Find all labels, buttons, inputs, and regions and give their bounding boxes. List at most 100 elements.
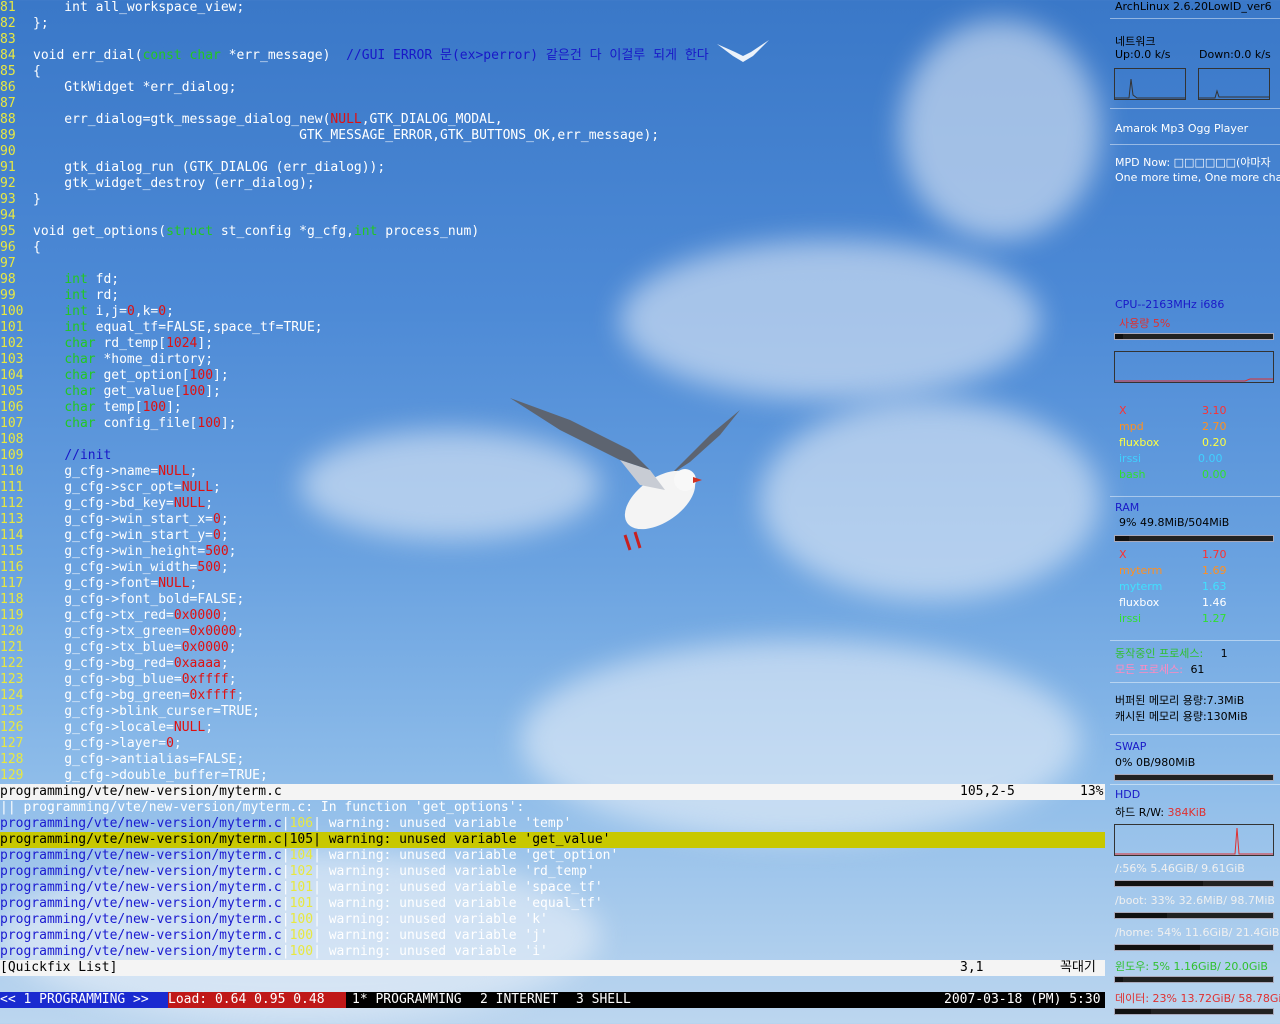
quickfix-entry[interactable]: programming/vte/new-version/myterm.c|104… (0, 848, 1105, 864)
line-number: 104 (0, 368, 24, 383)
process-value: 1.70 (1202, 548, 1227, 561)
code-editor[interactable]: 81 int all_workspace_view; 82}; 83 84 void e… (0, 0, 1105, 784)
code-token: NULL (330, 112, 362, 127)
code-line: 128 g_cfg->antialias=FALSE; (0, 752, 1105, 768)
quickfix-entry[interactable]: programming/vte/new-version/myterm.c|105… (0, 832, 1105, 848)
line-number: 86 (0, 80, 16, 95)
code-line: 126 g_cfg->locale=NULL; (0, 720, 1105, 736)
code-token: //GUI ERROR 문(ex>perror) 같은건 다 이걸루 되게 한다 (346, 48, 709, 63)
code-token: g_cfg->bg_red= (33, 656, 174, 671)
quickfix-line: 100 (289, 912, 314, 927)
quickfix-file: programming/vte/new-version/myterm.c (0, 832, 282, 847)
line-number: 85 (0, 64, 16, 79)
line-number: 107 (0, 416, 24, 431)
code-text: int all_workspace_view; (33, 0, 244, 15)
code-token: char (64, 400, 96, 415)
code-text: g_cfg->bg_blue=0xffff; (33, 672, 236, 687)
quickfix-list[interactable]: || programming/vte/new-version/myterm.c:… (0, 800, 1105, 960)
swap-bar (1114, 774, 1274, 781)
code-line: 107 char config_file[100]; (0, 416, 1105, 432)
separator: | (313, 816, 321, 831)
code-token: 0xffff (181, 672, 229, 687)
disk-usage: /:56% 5.46GiB/ 9.61GiB (1115, 862, 1245, 875)
quickfix-entry[interactable]: programming/vte/new-version/myterm.c|100… (0, 912, 1105, 928)
quickfix-file: programming/vte/new-version/myterm.c (0, 864, 282, 879)
line-number: 102 (0, 336, 24, 351)
code-line: 84 void err_dial(const char *err_message)… (0, 48, 1105, 64)
network-up-graph (1114, 68, 1186, 100)
code-text: int fd; (33, 272, 119, 287)
workspace-switcher[interactable]: << 1 PROGRAMMING >> (0, 992, 168, 1008)
code-token: get_value[ (95, 384, 182, 399)
process-value: 2.70 (1202, 420, 1227, 433)
code-line: 117 g_cfg->font=NULL; (0, 576, 1105, 592)
code-token: ,k= (134, 304, 159, 319)
code-line: 109 //init (0, 448, 1105, 464)
code-text: } (33, 192, 41, 207)
quickfix-entry[interactable]: programming/vte/new-version/myterm.c|100… (0, 944, 1105, 960)
code-line: 111 g_cfg->scr_opt=NULL; (0, 480, 1105, 496)
code-token: ; (220, 608, 229, 623)
taskbar-tab-internet[interactable]: 2 INTERNET (480, 992, 558, 1008)
quickfix-line: 101 (289, 896, 314, 911)
code-token: fd; (87, 272, 120, 287)
code-line: 124 g_cfg->bg_green=0xffff; (0, 688, 1105, 704)
line-number: 87 (0, 96, 16, 111)
process-name: X (1119, 404, 1127, 417)
separator: | (281, 848, 290, 863)
code-line: 88 err_dialog=gtk_message_dialog_new(NUL… (0, 112, 1105, 128)
code-token: ]; (205, 384, 221, 399)
line-number: 120 (0, 624, 24, 639)
code-token: g_cfg->bg_green= (33, 688, 190, 703)
line-number: 84 (0, 48, 16, 63)
quickfix-entry[interactable]: programming/vte/new-version/myterm.c|100… (0, 928, 1105, 944)
code-token: st_config *g_cfg, (213, 224, 354, 239)
code-token: int (64, 320, 88, 335)
quickfix-entry[interactable]: programming/vte/new-version/myterm.c|101… (0, 880, 1105, 896)
disk-usage: /boot: 33% 32.6MiB/ 98.7MiB (1115, 894, 1275, 907)
code-line: 96 { (0, 240, 1105, 256)
code-token: config_file[ (95, 416, 198, 431)
code-token: int (64, 304, 88, 319)
code-token: g_cfg->bg_blue= (33, 672, 182, 687)
code-token: NULL (158, 576, 190, 591)
running-processes: 동작중인 프로세스: 1 (1115, 645, 1228, 661)
code-text: int rd; (33, 288, 119, 303)
code-text: g_cfg->bg_green=0xffff; (33, 688, 244, 703)
code-text: char *home_dirtory; (33, 352, 213, 367)
taskbar-tab-programming[interactable]: 1* PROGRAMMING (352, 992, 462, 1008)
code-token: equal_tf=FALSE,space_tf=TRUE; (87, 320, 323, 335)
code-text: g_cfg->font=NULL; (33, 576, 197, 591)
code-text: g_cfg->bg_red=0xaaaa; (33, 656, 228, 671)
quickfix-entry[interactable]: programming/vte/new-version/myterm.c|101… (0, 896, 1105, 912)
mpd-song-title: One more time, One more chan (1115, 171, 1280, 184)
buffered-memory: 버퍼된 메모리 용량:7.3MiB (1115, 694, 1245, 707)
hdd-rw-value: 384KiB (1167, 806, 1207, 819)
code-text: g_cfg->bd_key=NULL; (33, 496, 213, 511)
code-token: ; (236, 624, 245, 639)
editor-statusline: programming/vte/new-version/myterm.c 105… (0, 784, 1105, 800)
mpd-label: MPD Now: (1115, 156, 1171, 169)
process-name: myterm (1119, 564, 1163, 577)
taskbar-tab-shell[interactable]: 3 SHELL (576, 992, 631, 1008)
disk-bar (1114, 976, 1274, 983)
disk-usage: 데이터: 23% 13.72GiB/ 58.78GiB (1115, 992, 1280, 1005)
code-line: 102 char rd_temp[1024]; (0, 336, 1105, 352)
code-token: const char (142, 48, 221, 63)
line-number: 126 (0, 720, 24, 735)
line-number: 115 (0, 544, 24, 559)
code-line: 93} (0, 192, 1105, 208)
quickfix-file: programming/vte/new-version/myterm.c (0, 848, 282, 863)
quickfix-entry[interactable]: programming/vte/new-version/myterm.c|102… (0, 864, 1105, 880)
quickfix-entry[interactable]: programming/vte/new-version/myterm.c|106… (0, 816, 1105, 832)
code-line: 114 g_cfg->win_start_y=0; (0, 528, 1105, 544)
cpu-usage: 사용량 5% (1119, 317, 1171, 330)
line-number: 114 (0, 528, 24, 543)
quickfix-file: programming/vte/new-version/myterm.c (0, 816, 282, 831)
